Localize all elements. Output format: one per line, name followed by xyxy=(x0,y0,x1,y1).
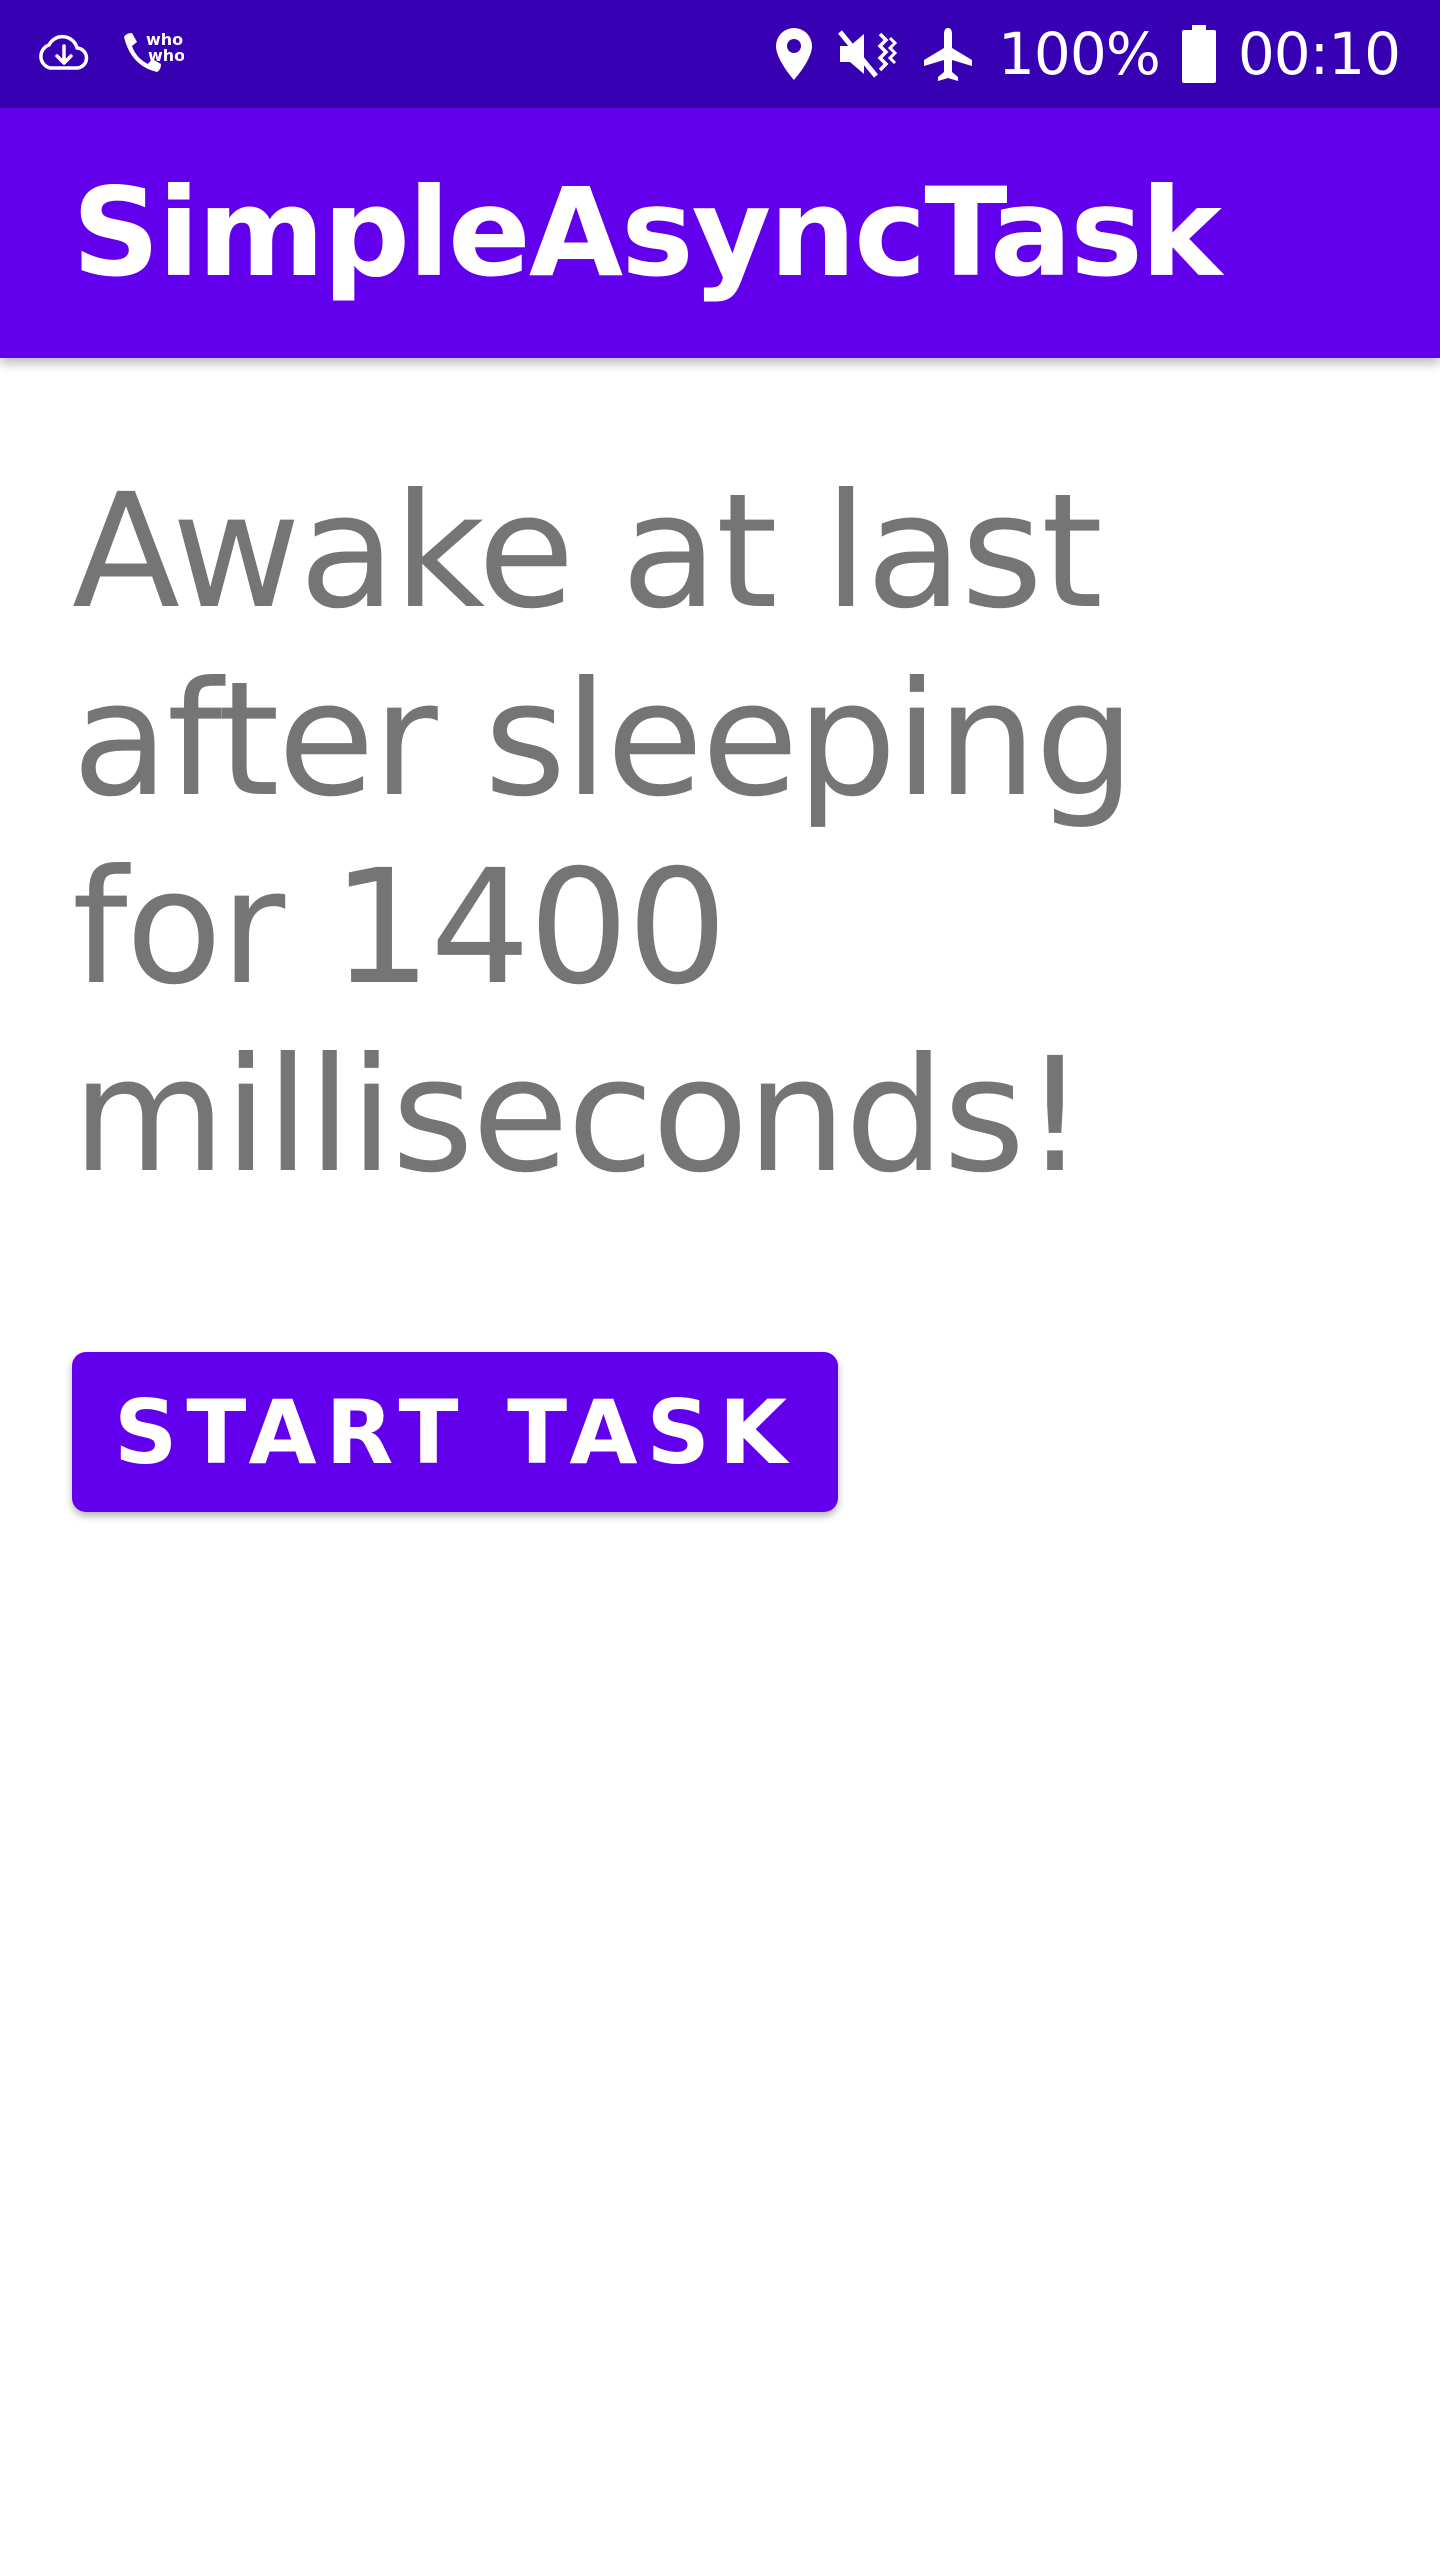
status-bar-left: who who xyxy=(36,0,184,108)
main-content: Awake at last after sleeping for 1400 mi… xyxy=(0,358,1440,2560)
battery-icon xyxy=(1181,25,1216,83)
app-bar: SimpleAsyncTask xyxy=(0,108,1440,358)
battery-percent: 100% xyxy=(998,20,1161,88)
result-text: Awake at last after sleeping for 1400 mi… xyxy=(72,460,1135,1208)
cloud-download-icon xyxy=(36,32,90,76)
svg-text:who: who xyxy=(148,46,184,65)
status-bar-right: 100% 00:10 xyxy=(774,0,1401,108)
whoscall-phone-icon: who who xyxy=(118,27,184,81)
start-task-button[interactable]: START TASK xyxy=(72,1352,838,1512)
app-title: SimpleAsyncTask xyxy=(72,162,1222,304)
status-bar: who who 100% 00:10 xyxy=(0,0,1440,108)
location-icon xyxy=(774,26,814,82)
clock: 00:10 xyxy=(1237,20,1401,88)
airplane-mode-icon xyxy=(920,26,976,82)
vibrate-mute-icon xyxy=(836,26,898,82)
